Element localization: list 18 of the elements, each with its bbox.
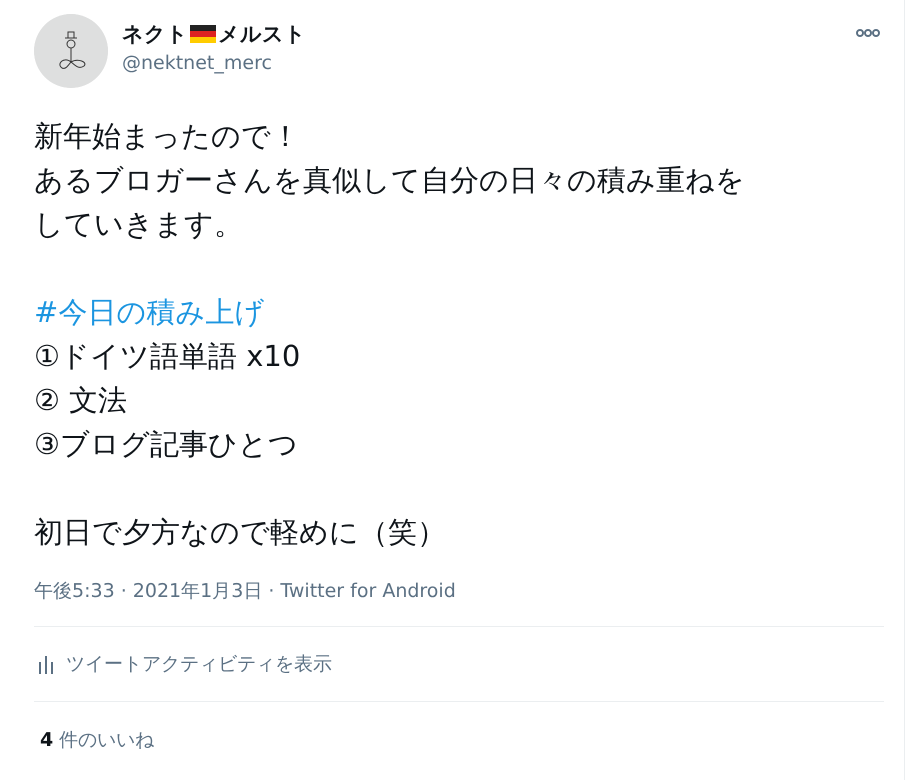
tweet-activity-link[interactable]: ツイートアクティビティを表示 (66, 651, 332, 677)
display-name[interactable]: メルスト (218, 20, 306, 48)
likes-label[interactable]: 件のいいね (59, 727, 154, 753)
tweet-text: ② 文法 (34, 383, 128, 417)
tweet-text: 新年始まったので！ (34, 119, 300, 153)
bar-chart-icon (38, 654, 54, 674)
tweet-text: していきます。 (34, 207, 243, 241)
tweet-text: ①ドイツ語単語 x10 (34, 339, 300, 373)
tweet-timestamp[interactable]: 午後5:33 · 2021年1月3日 · Twitter for Android (34, 580, 456, 602)
tweet-text: ③ブログ記事ひとつ (34, 427, 298, 461)
tweet-text: あるブロガーさんを真似して自分の日々の積み重ねを (34, 163, 745, 197)
hashtag-link[interactable]: #今日の積み上げ (34, 295, 264, 329)
user-handle[interactable]: @nektnet_merc (122, 52, 856, 74)
display-name[interactable]: ネクト (122, 20, 188, 48)
more-icon[interactable] (856, 28, 880, 38)
flag-icon (190, 25, 216, 43)
likes-count[interactable]: 4 (40, 729, 54, 751)
tweet-text: 初日で夕方なので軽めに（笑） (34, 515, 446, 549)
